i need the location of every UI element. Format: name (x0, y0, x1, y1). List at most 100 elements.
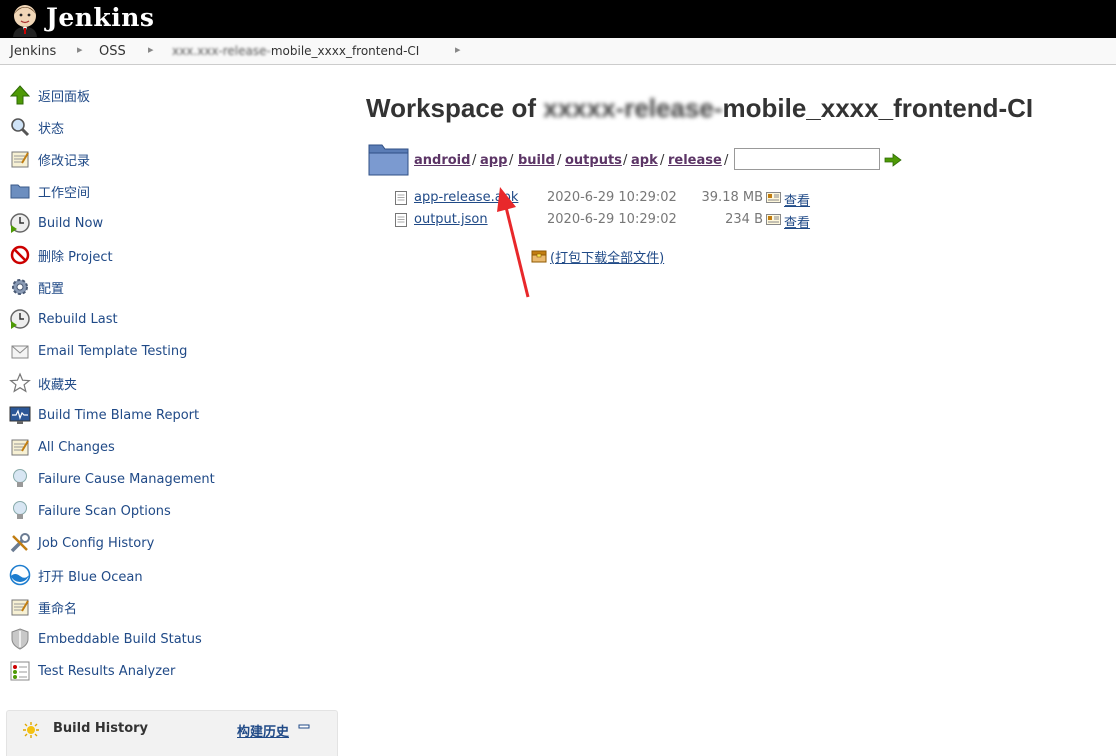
page-title-prefix: Workspace of (366, 93, 544, 123)
path-segment-build[interactable]: build (518, 153, 555, 168)
path-segment-app[interactable]: app (480, 153, 507, 168)
page-title: Workspace of xxxxx-release-mobile_xxxx_f… (366, 93, 1033, 124)
path-separator: / (660, 153, 665, 168)
sidebar-item-label[interactable]: 返回面板 (38, 86, 90, 105)
sidebar-item-label[interactable]: Email Template Testing (38, 344, 187, 359)
breadcrumb-separator-icon[interactable]: ▸ (455, 43, 461, 56)
notepad-icon (8, 435, 32, 459)
sidebar-item-label[interactable]: 修改记录 (38, 150, 90, 169)
clock-play-icon (8, 211, 32, 235)
file-row: app-release.apk 2020-6-29 10:29:02 39.18… (395, 188, 835, 209)
shield-icon (8, 627, 32, 651)
build-history-title: Build History (53, 721, 149, 736)
star-icon (8, 371, 32, 395)
sidebar-item-job-config-history[interactable]: Job Config History (8, 531, 154, 555)
sidebar-item-rebuild-last[interactable]: Rebuild Last (8, 307, 118, 331)
gear-icon (8, 275, 32, 299)
breadcrumb-jenkins[interactable]: Jenkins (10, 44, 56, 59)
path-segment-android[interactable]: android (414, 153, 470, 168)
sidebar-item-label[interactable]: Failure Scan Options (38, 504, 171, 519)
lightbulb-icon (8, 499, 32, 523)
path-segment-outputs[interactable]: outputs (565, 153, 622, 168)
breadcrumb-separator-icon[interactable]: ▸ (77, 43, 83, 56)
sidebar-item-label[interactable]: Build Now (38, 216, 103, 231)
sidebar-item-build-time-blame-report[interactable]: Build Time Blame Report (8, 403, 199, 427)
sidebar-item-configure[interactable]: 配置 (8, 275, 64, 299)
sidebar-item-email-template-testing[interactable]: Email Template Testing (8, 339, 187, 363)
sidebar-item-open-blue-ocean[interactable]: 打开 Blue Ocean (8, 563, 143, 587)
annotation-arrow-icon (497, 187, 530, 298)
sidebar-item-label[interactable]: Test Results Analyzer (38, 664, 175, 679)
file-icon (395, 213, 407, 227)
build-history-panel: Build History 构建历史 (6, 710, 338, 756)
sidebar-item-favorite[interactable]: 收藏夹 (8, 371, 77, 395)
folder-icon (368, 144, 409, 176)
sidebar-item-workspace[interactable]: 工作空间 (8, 179, 90, 203)
zip-download-link[interactable]: (打包下载全部文件) (550, 247, 664, 266)
page-title-suffix: mobile_xxxx_frontend-CI (722, 93, 1034, 123)
file-row: output.json 2020-6-29 10:29:02 234 B 查看 (395, 210, 835, 231)
file-date: 2020-6-29 10:29:02 (547, 190, 677, 205)
tools-icon (8, 531, 32, 555)
path-segment-release[interactable]: release (668, 153, 722, 168)
path-separator: / (509, 153, 514, 168)
view-file-link[interactable]: 查看 (784, 190, 810, 209)
up-arrow-icon (8, 83, 32, 107)
collapse-icon[interactable] (298, 722, 310, 732)
sidebar-item-label[interactable]: Build Time Blame Report (38, 408, 199, 423)
sidebar-item-label[interactable]: Job Config History (38, 536, 154, 551)
sidebar-item-back-to-dashboard[interactable]: 返回面板 (8, 83, 90, 107)
folder-icon (8, 179, 32, 203)
blue-ocean-icon (8, 563, 32, 587)
path-separator: / (472, 153, 477, 168)
file-size: 39.18 MB (701, 190, 763, 205)
jenkins-logo-icon[interactable] (8, 1, 42, 37)
sidebar-item-all-changes[interactable]: All Changes (8, 435, 115, 459)
breadcrumb-job[interactable]: xxx.xxx-release-mobile_xxxx_frontend-CI (172, 44, 419, 58)
build-history-trend-link[interactable]: 构建历史 (237, 721, 289, 740)
file-icon (395, 191, 407, 205)
sidebar-item-build-now[interactable]: Build Now (8, 211, 103, 235)
sidebar-item-delete-project[interactable]: 删除 Project (8, 243, 113, 267)
breadcrumb-separator-icon[interactable]: ▸ (148, 43, 154, 56)
breadcrumb: Jenkins ▸ OSS ▸ xxx.xxx-release-mobile_x… (0, 38, 1116, 65)
sidebar-item-test-results-analyzer[interactable]: Test Results Analyzer (8, 659, 175, 683)
sidebar-item-label[interactable]: Rebuild Last (38, 312, 118, 327)
sidebar-item-label[interactable]: Failure Cause Management (38, 472, 215, 487)
search-icon (8, 115, 32, 139)
breadcrumb-oss[interactable]: OSS (99, 44, 126, 59)
sun-icon (23, 722, 39, 738)
envelope-icon (8, 339, 32, 363)
path-pattern-input[interactable] (734, 148, 880, 170)
sidebar-item-label[interactable]: 配置 (38, 278, 64, 297)
sidebar-item-label[interactable]: Embeddable Build Status (38, 632, 202, 647)
sidebar-item-label[interactable]: All Changes (38, 440, 115, 455)
sidebar-item-label[interactable]: 重命名 (38, 598, 77, 617)
file-link-output-json[interactable]: output.json (414, 212, 488, 227)
sidebar-item-status[interactable]: 状态 (8, 115, 64, 139)
go-arrow-icon[interactable] (884, 153, 902, 167)
sidebar-item-changes[interactable]: 修改记录 (8, 147, 90, 171)
sidebar-item-embeddable-build-status[interactable]: Embeddable Build Status (8, 627, 202, 651)
sidebar-item-label[interactable]: 删除 Project (38, 246, 113, 265)
blurred-title-segment: xxxxx-release- (543, 93, 723, 123)
monitor-icon (8, 403, 32, 427)
lightbulb-icon (8, 467, 32, 491)
path-separator: / (557, 153, 562, 168)
path-separator: / (623, 153, 628, 168)
sidebar-item-label[interactable]: 状态 (38, 118, 64, 137)
sidebar-item-rename[interactable]: 重命名 (8, 595, 77, 619)
sidebar-item-label[interactable]: 收藏夹 (38, 374, 77, 393)
view-file-link[interactable]: 查看 (784, 212, 810, 231)
sidebar-item-failure-cause-management[interactable]: Failure Cause Management (8, 467, 215, 491)
sidebar-item-label[interactable]: 工作空间 (38, 182, 90, 201)
view-file-icon (766, 192, 781, 203)
sidebar-item-label[interactable]: 打开 Blue Ocean (38, 566, 143, 585)
workspace-path-bar: android / app / build / outputs / apk / … (368, 141, 908, 177)
top-header: Jenkins (0, 0, 1116, 38)
no-entry-icon (8, 243, 32, 267)
sidebar-item-failure-scan-options[interactable]: Failure Scan Options (8, 499, 171, 523)
breadcrumb-job-label: mobile_xxxx_frontend-CI (270, 44, 420, 58)
brand-title[interactable]: Jenkins (46, 1, 154, 35)
path-segment-apk[interactable]: apk (631, 153, 658, 168)
